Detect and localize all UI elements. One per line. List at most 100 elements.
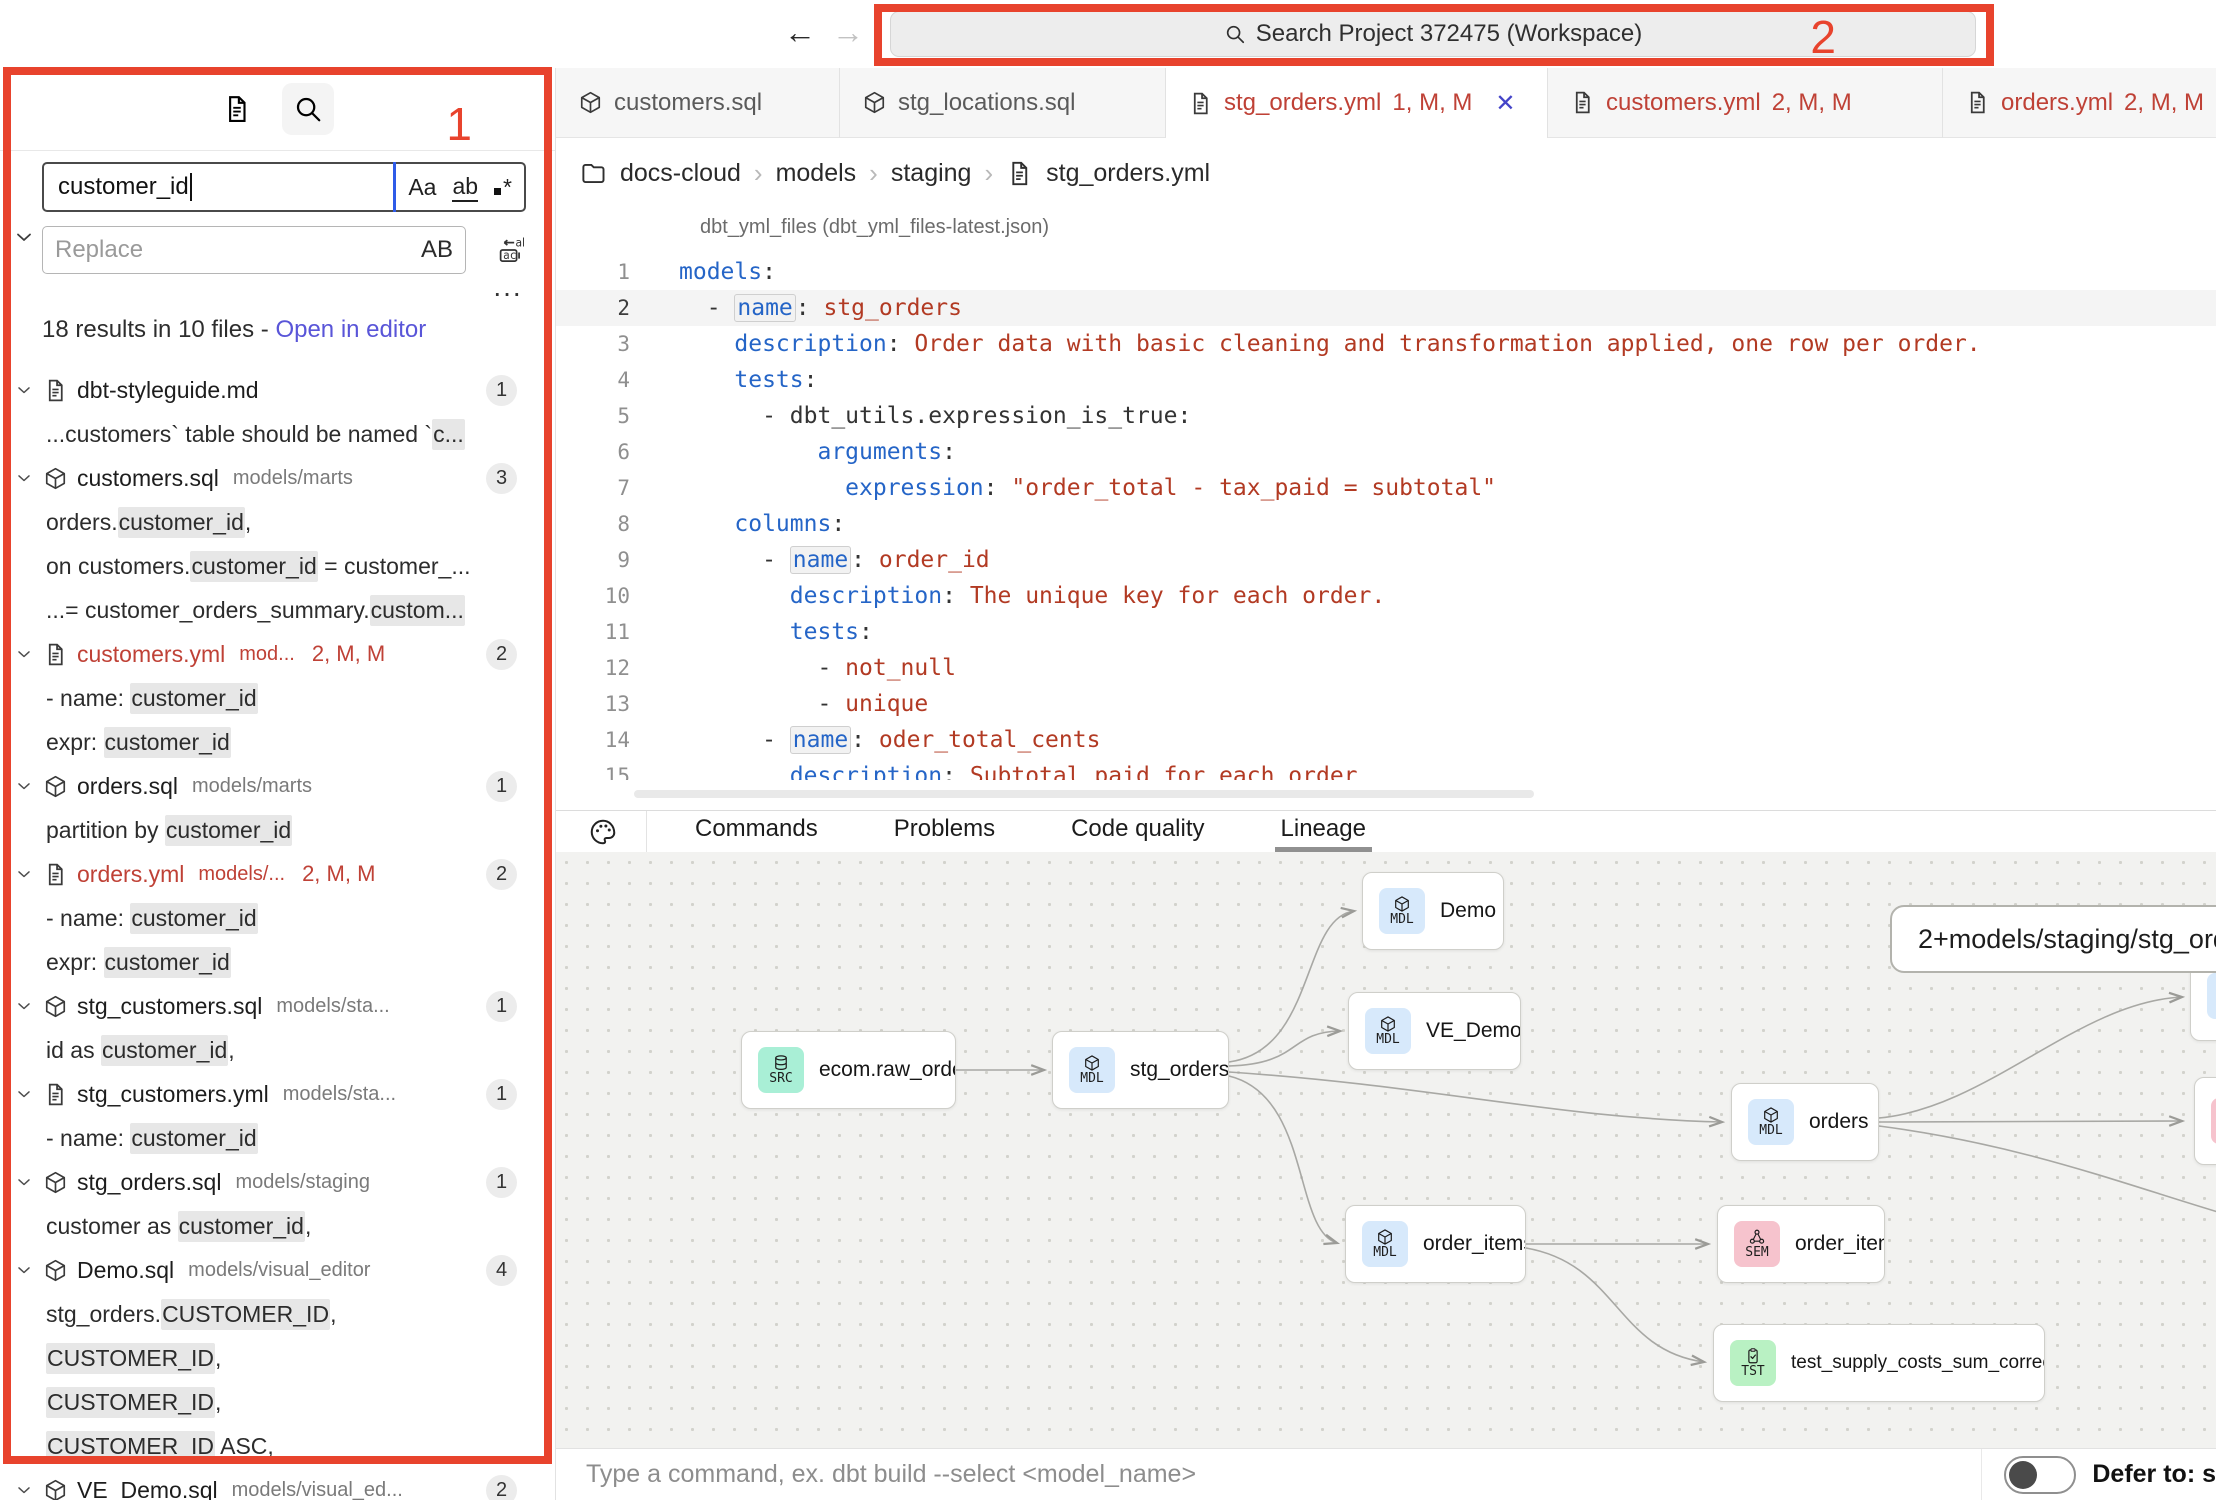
match-result-row[interactable]: - name: customer_id [0, 1116, 555, 1160]
regex-toggle[interactable]: * [494, 174, 512, 201]
search-icon [1224, 23, 1246, 45]
lineage-graph[interactable]: SRC ecom.raw_orders MDL stg_orders MDL D… [556, 852, 2216, 1448]
lineage-node-orders[interactable]: MDL orders [1731, 1083, 1879, 1161]
code-line[interactable]: 15 description: Subtotal paid for each o… [556, 758, 2216, 780]
lineage-node-stg-orders[interactable]: MDL stg_orders [1052, 1031, 1229, 1109]
match-result-row[interactable]: on customers.customer_id = customer_... [0, 544, 555, 588]
chevron-down-icon[interactable] [14, 644, 34, 664]
match-result-row[interactable]: ...customers` table should be named `c..… [0, 412, 555, 456]
replace-all-icon[interactable] [492, 234, 524, 266]
file-result-row[interactable]: stg_customers.ymlmodels/sta...1 [0, 1072, 555, 1116]
file-result-row[interactable]: stg_customers.sqlmodels/sta...1 [0, 984, 555, 1028]
tab-orders-yml[interactable]: orders.yml2, M, M [1943, 68, 2216, 138]
toggle-replace-chevron-icon[interactable] [12, 225, 36, 249]
file-result-row[interactable]: customers.sqlmodels/marts3 [0, 456, 555, 500]
panel-tab-lineage[interactable]: Lineage [1275, 811, 1372, 852]
match-result-row[interactable]: customer as customer_id, [0, 1204, 555, 1248]
lineage-node-demo[interactable]: MDL Demo [1362, 872, 1504, 950]
project-search-bar[interactable]: Search Project 372475 (Workspace) [890, 11, 1976, 57]
breadcrumb-part[interactable]: docs-cloud [620, 159, 741, 188]
chevron-down-icon[interactable] [14, 776, 34, 796]
panel-tab-problems[interactable]: Problems [888, 811, 1001, 852]
chevron-down-icon[interactable] [14, 1480, 34, 1500]
lineage-selector-box[interactable]: 2+models/staging/stg_orders [1890, 905, 2216, 973]
lineage-node-ve-demo[interactable]: MDL VE_Demo [1348, 992, 1521, 1070]
file-result-row[interactable]: orders.sqlmodels/marts1 [0, 764, 555, 808]
breadcrumb-part[interactable]: models [776, 159, 857, 188]
chevron-down-icon[interactable] [14, 1084, 34, 1104]
match-case-toggle[interactable]: Aa [408, 174, 436, 201]
code-line[interactable]: 3 description: Order data with basic cle… [556, 326, 2216, 362]
files-view-icon[interactable] [222, 94, 252, 124]
close-tab-icon[interactable]: ✕ [1495, 89, 1515, 118]
code-line[interactable]: 10 description: The unique key for each … [556, 578, 2216, 614]
open-in-editor-link[interactable]: Open in editor [275, 316, 426, 343]
tab-customers-yml[interactable]: customers.yml2, M, M [1548, 68, 1943, 138]
command-input[interactable]: Type a command, ex. dbt build --select <… [586, 1460, 1196, 1489]
more-actions-button[interactable]: ... [493, 282, 522, 292]
file-result-row[interactable]: Demo.sqlmodels/visual_editor4 [0, 1248, 555, 1292]
replace-input[interactable]: Replace AB [42, 226, 466, 274]
lineage-node-test-supply-costs[interactable]: TST test_supply_costs_sum_correctly [1713, 1324, 2045, 1402]
panel-tab-code-quality[interactable]: Code quality [1065, 811, 1210, 852]
lineage-node-order-items[interactable]: MDL order_items [1345, 1205, 1526, 1283]
file-result-row[interactable]: stg_orders.sqlmodels/staging1 [0, 1160, 555, 1204]
chevron-down-icon[interactable] [14, 1172, 34, 1192]
code-line-active[interactable]: 2 - name: stg_orders [556, 290, 2216, 326]
tab-stg-orders-yml[interactable]: stg_orders.yml1, M, M✕ [1166, 68, 1548, 138]
search-view-button[interactable] [282, 83, 334, 135]
code-line[interactable]: 8 columns: [556, 506, 2216, 542]
match-result-row[interactable]: expr: customer_id [0, 720, 555, 764]
chevron-down-icon[interactable] [14, 380, 34, 400]
panel-tab-commands[interactable]: Commands [689, 811, 824, 852]
match-result-row[interactable]: - name: customer_id [0, 896, 555, 940]
code-line[interactable]: 5 - dbt_utils.expression_is_true: [556, 398, 2216, 434]
code-line[interactable]: 12 - not_null [556, 650, 2216, 686]
match-result-row[interactable]: id as customer_id, [0, 1028, 555, 1072]
file-result-row[interactable]: dbt-styleguide.md1 [0, 368, 555, 412]
match-result-row[interactable]: ...= customer_orders_summary.custom... [0, 588, 555, 632]
code-line[interactable]: 4 tests: [556, 362, 2216, 398]
horizontal-scrollbar[interactable] [634, 790, 1534, 798]
lineage-node-partial-mid[interactable]: SEM [2194, 1077, 2216, 1165]
preserve-case-toggle[interactable]: AB [421, 236, 453, 264]
semantic-nodes-icon [1748, 1228, 1766, 1246]
chevron-down-icon[interactable] [14, 996, 34, 1016]
file-result-row[interactable]: orders.ymlmodels/...2, M, M2 [0, 852, 555, 896]
file-result-row[interactable]: VE_Demo.sqlmodels/visual_ed...2 [0, 1468, 555, 1500]
code-line[interactable]: 14 - name: oder_total_cents [556, 722, 2216, 758]
code-line[interactable]: 7 expression: "order_total - tax_paid = … [556, 470, 2216, 506]
whole-word-toggle[interactable]: ab [452, 173, 478, 202]
code-line[interactable]: 11 tests: [556, 614, 2216, 650]
match-result-row[interactable]: orders.customer_id, [0, 500, 555, 544]
chevron-down-icon[interactable] [14, 1260, 34, 1280]
code-line[interactable]: 13 - unique [556, 686, 2216, 722]
lineage-node-order-item[interactable]: SEM order_item [1717, 1205, 1885, 1283]
match-result-row[interactable]: CUSTOMER_ID, [0, 1336, 555, 1380]
tab-customers-sql[interactable]: customers.sql [556, 68, 840, 138]
top-bar: ← → Search Project 372475 (Workspace) [0, 0, 2216, 68]
code-editor[interactable]: 1models: 2 - name: stg_orders 3 descript… [556, 254, 2216, 780]
code-line[interactable]: 1models: [556, 254, 2216, 290]
breadcrumb-part[interactable]: staging [891, 159, 972, 188]
match-result-row[interactable]: partition by customer_id [0, 808, 555, 852]
forward-arrow-icon[interactable]: → [832, 14, 864, 51]
match-result-row[interactable]: CUSTOMER_ID, [0, 1380, 555, 1424]
match-result-row[interactable]: - name: customer_id [0, 676, 555, 720]
back-arrow-icon[interactable]: ← [784, 14, 816, 51]
doc-icon [43, 1082, 68, 1107]
chevron-down-icon[interactable] [14, 864, 34, 884]
file-result-row[interactable]: customers.ymlmod...2, M, M2 [0, 632, 555, 676]
code-line[interactable]: 6 arguments: [556, 434, 2216, 470]
code-line[interactable]: 9 - name: order_id [556, 542, 2216, 578]
match-result-row[interactable]: expr: customer_id [0, 940, 555, 984]
breadcrumb-file[interactable]: stg_orders.yml [1046, 159, 1210, 188]
defer-toggle[interactable] [2004, 1456, 2076, 1494]
find-input[interactable]: customer_id Aa ab * [42, 162, 526, 212]
match-result-row[interactable]: stg_orders.CUSTOMER_ID, [0, 1292, 555, 1336]
lineage-node-ecom-raw-orders[interactable]: SRC ecom.raw_orders [741, 1031, 956, 1109]
tab-stg-locations-sql[interactable]: stg_locations.sql [840, 68, 1166, 138]
match-result-row[interactable]: CUSTOMER_ID ASC, [0, 1424, 555, 1468]
chevron-down-icon[interactable] [14, 468, 34, 488]
theme-palette-button[interactable] [556, 811, 647, 852]
